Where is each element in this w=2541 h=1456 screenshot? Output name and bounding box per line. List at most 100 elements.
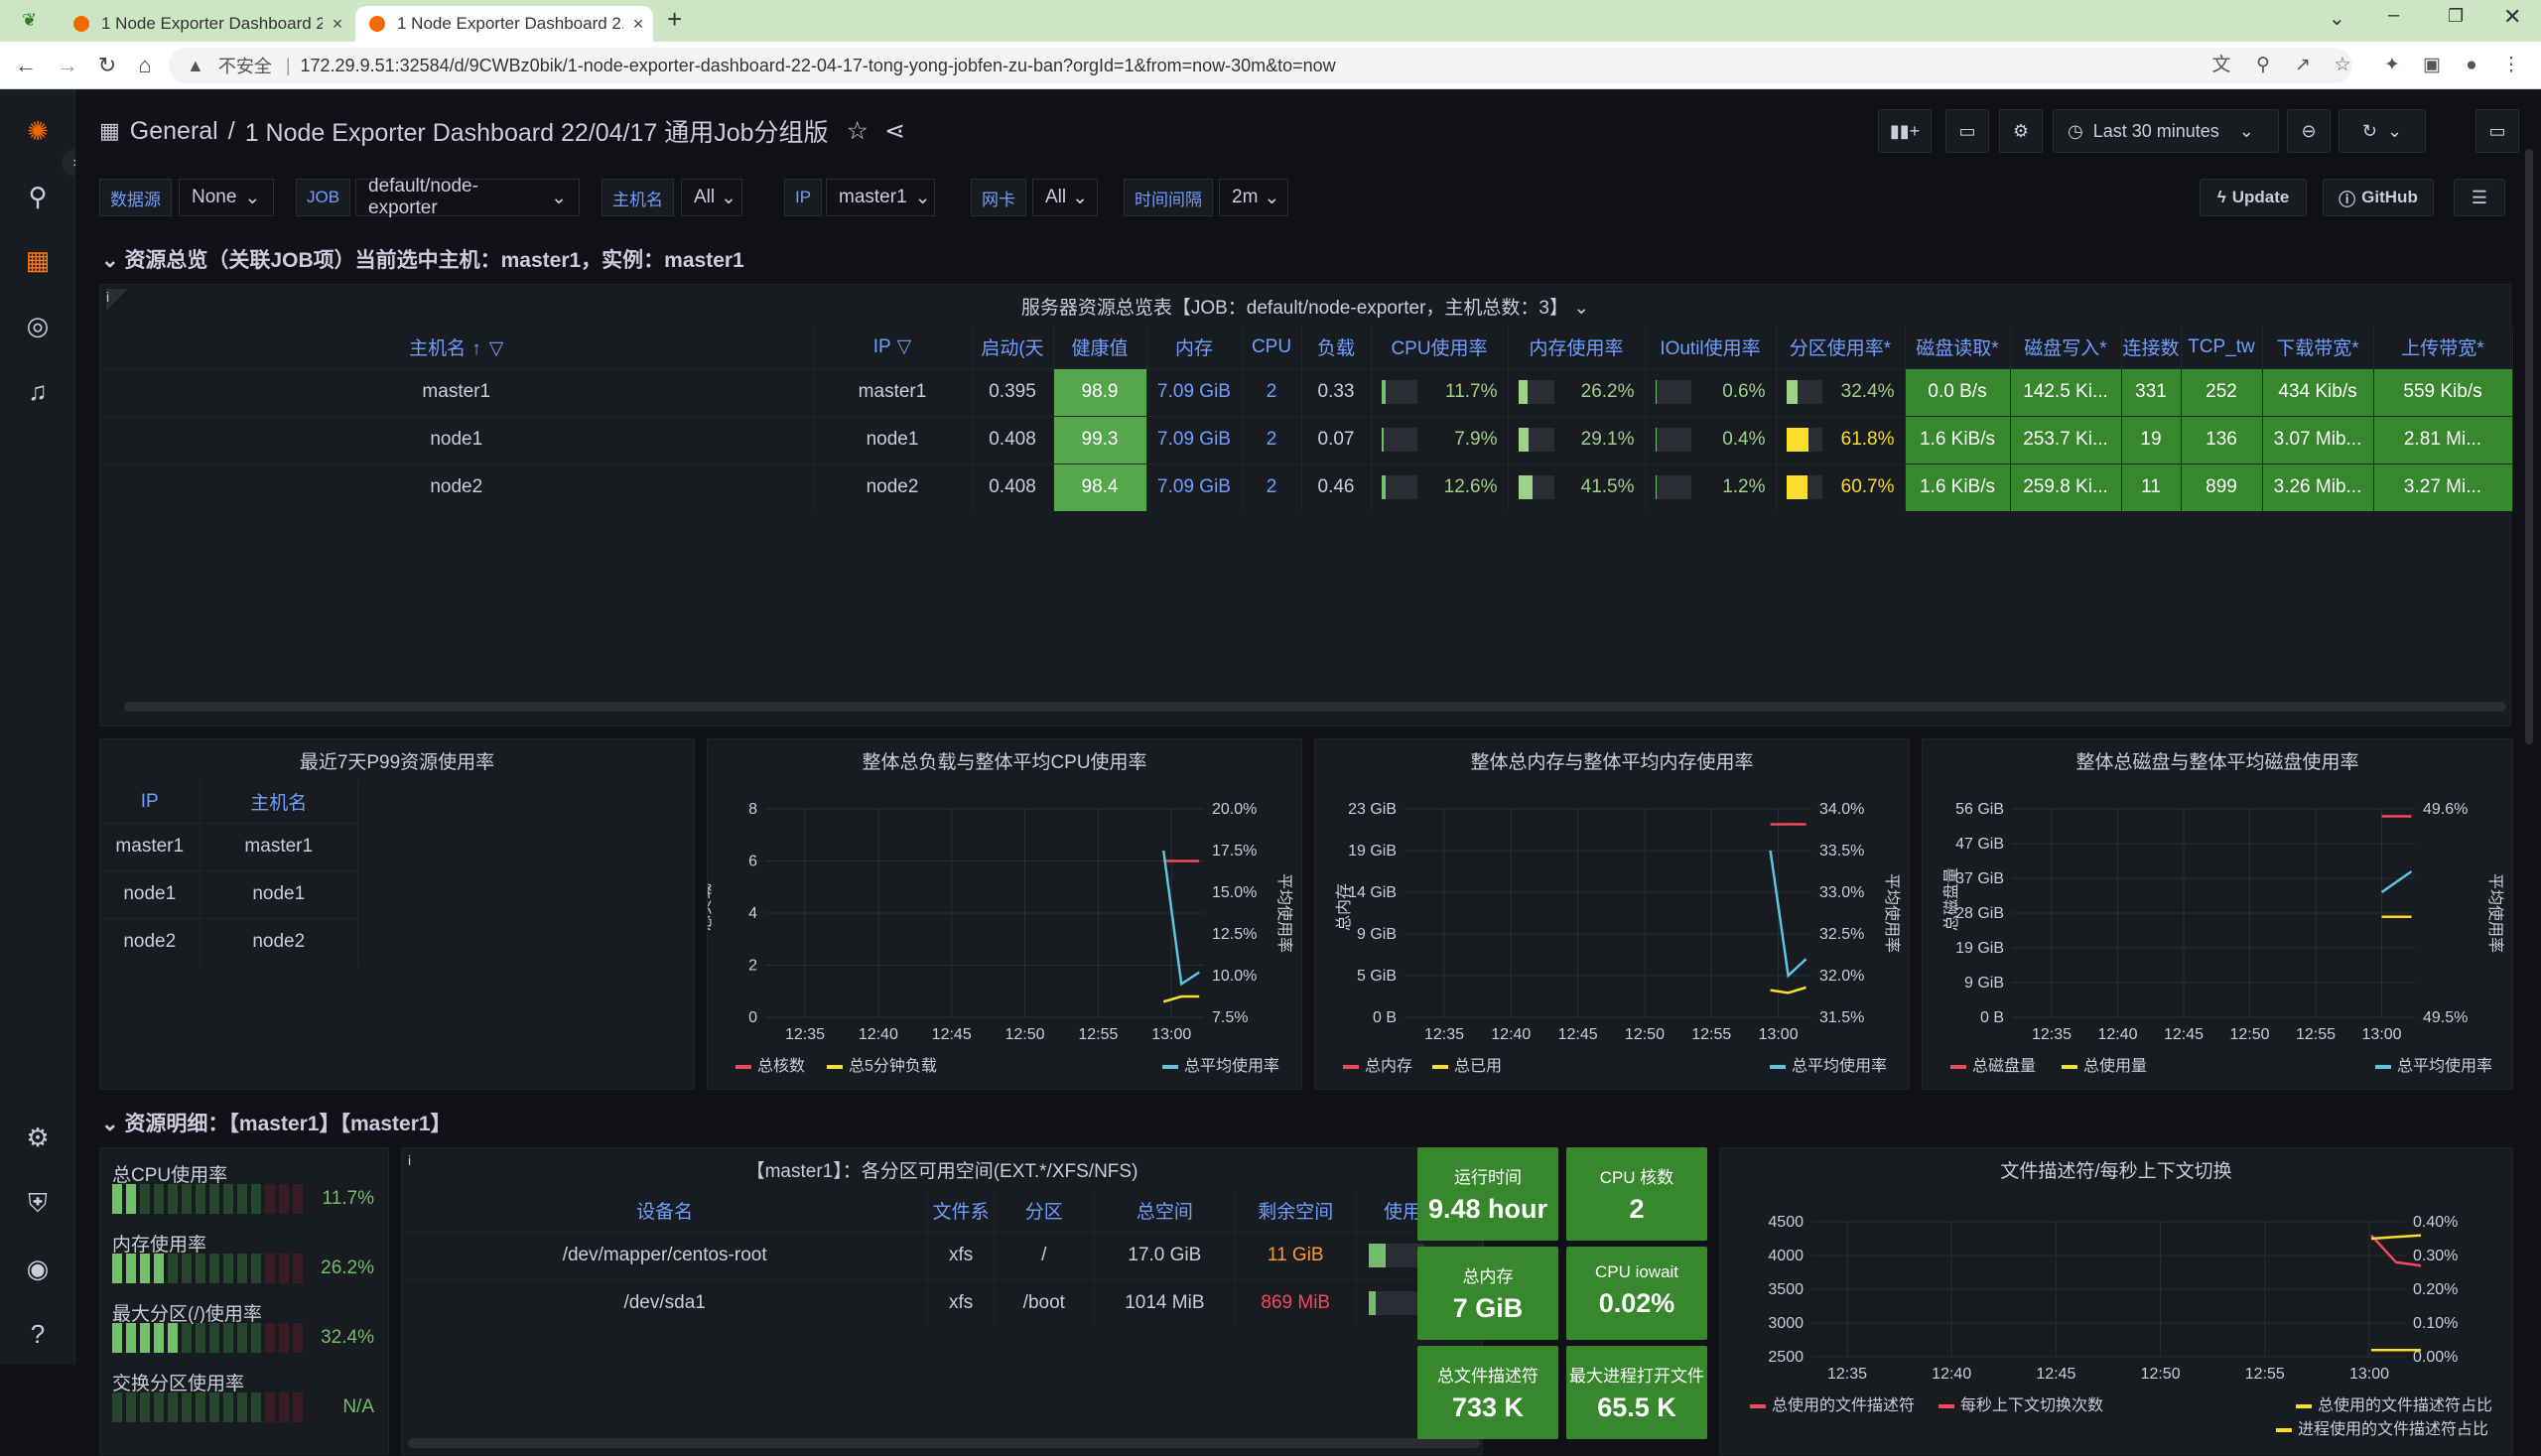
new-tab-icon[interactable]: + [667,4,682,35]
legend-label[interactable]: 总使用的文件描述符 [1772,1396,1915,1414]
update-button[interactable]: ϟ Update [2200,179,2307,216]
add-panel-button[interactable]: ▮▮+ [1878,109,1932,153]
refresh-button[interactable]: ↻ ⌄ [2339,109,2426,153]
maximize-icon[interactable]: ❐ [2448,6,2464,27]
row-detail-title[interactable]: ⌄ 资源明细：【master1】【master1】 [101,1108,452,1137]
var-select-hostname[interactable]: All ⌄ [681,179,742,216]
sort-asc-icon[interactable]: ↑ [471,338,481,359]
reload-icon[interactable]: ↻ [91,50,123,81]
share-icon[interactable]: ↗ [2287,50,2319,81]
table-row[interactable]: node1 node1 [100,869,358,918]
stat-tile[interactable]: 最大进程打开文件 65.5 K [1566,1346,1707,1439]
partition-col-header[interactable]: 分区 [994,1190,1095,1232]
github-link-button[interactable]: ⓘ GitHub [2323,179,2434,216]
close-tab-icon[interactable]: × [323,14,352,35]
legend-label[interactable]: 进程使用的文件描述符占比 [2298,1420,2488,1438]
profile-icon[interactable]: ● [2456,50,2487,81]
overview-col-header[interactable]: 分区使用率* [1776,327,1906,368]
user-avatar-icon[interactable]: ◉ [18,1249,58,1288]
table-row[interactable]: node2 node2 0.408 98.4 7.09 GiB 2 0.46 12.6% 41.… [100,463,2513,511]
minimize-icon[interactable]: – [2388,4,2399,27]
stat-tile[interactable]: 总文件描述符 733 K [1417,1346,1558,1439]
explore-icon[interactable]: ◎ [18,306,58,345]
browser-tab-1[interactable]: 1 Node Exporter Dashboard 2... × [60,6,352,42]
grafana-logo-icon[interactable]: ✺ [18,111,58,151]
settings-gear-icon[interactable]: ⚙ [18,1118,58,1157]
overview-col-header[interactable]: 负载 [1301,327,1372,368]
partition-col-header[interactable]: 剩余空间 [1235,1190,1357,1232]
legend-label[interactable]: 总平均使用率 [1184,1057,1279,1075]
overview-col-header[interactable]: 启动(天 [972,327,1054,368]
extensions-icon[interactable]: ✦ [2376,50,2408,81]
overview-col-header[interactable]: CPU [1242,327,1302,368]
var-select-ip[interactable]: master1 ⌄ [826,179,935,216]
zoom-out-button[interactable]: ⊖ [2287,109,2331,153]
dashboard-settings-button[interactable]: ⚙ [1999,109,2043,153]
filter-icon[interactable]: ▽ [489,338,504,359]
sidepanel-icon[interactable]: ▣ [2416,50,2448,81]
overview-col-header[interactable]: IOutil使用率 [1645,327,1777,368]
overview-col-header[interactable]: 磁盘读取* [1905,327,2011,368]
table-row[interactable]: node1 node1 0.408 99.3 7.09 GiB 2 0.07 7.9% 29.1… [100,415,2513,463]
overview-col-header[interactable]: CPU使用率 [1371,327,1509,368]
table-row[interactable]: node2 node2 [100,917,358,966]
help-icon[interactable]: ? [18,1314,58,1354]
stat-tile[interactable]: 总内存 7 GiB [1417,1247,1558,1340]
tab-search-icon[interactable]: ⌄ [2329,6,2345,31]
overview-col-header[interactable]: 主机名 ↑ ▽ [100,327,814,368]
translate-icon[interactable]: 文 [2206,50,2237,81]
close-window-icon[interactable]: ✕ [2503,4,2521,30]
breadcrumb-folder[interactable]: General [130,117,218,146]
partition-col-header[interactable]: 设备名 [402,1190,929,1232]
table-row[interactable]: /dev/mapper/centos-root xfs/17.0 GiB 11 Gi… [402,1231,1485,1279]
bookmark-star-icon[interactable]: ☆ [2327,50,2358,81]
overview-col-header[interactable]: IP ▽ [813,327,973,368]
legend-label[interactable]: 总核数 [757,1057,805,1075]
close-tab-icon[interactable]: × [623,14,653,35]
var-select-job[interactable]: default/node-exporter ⌄ [355,176,580,218]
var-select-nic[interactable]: All ⌄ [1032,179,1098,216]
legend-label[interactable]: 总已用 [1454,1057,1502,1075]
back-icon[interactable]: ← [10,50,42,81]
dashboards-icon[interactable]: ▦ [18,240,58,280]
overview-col-header[interactable]: 磁盘写入* [2010,327,2122,368]
legend-label[interactable]: 总使用量 [2083,1057,2147,1075]
horizontal-scrollbar[interactable] [408,1438,1480,1448]
home-icon[interactable]: ⌂ [129,50,161,81]
legend-label[interactable]: 总平均使用率 [1792,1057,1887,1075]
var-select-interval[interactable]: 2m ⌄ [1219,179,1288,216]
table-row[interactable]: /dev/sda1xfs/boot1014 MiB869 MiB14% [402,1278,1485,1327]
p99-col-ip[interactable]: IP [100,781,201,823]
var-select-datasource[interactable]: None ⌄ [179,179,274,216]
p99-col-host[interactable]: 主机名 [200,781,358,823]
menu-button[interactable]: ☰ [2454,179,2505,216]
overview-col-header[interactable]: TCP_tw [2181,327,2263,368]
stat-tile[interactable]: 运行时间 9.48 hour [1417,1147,1558,1241]
overview-col-header[interactable]: 下载带宽* [2262,327,2374,368]
url-field[interactable]: ▲ 不安全 | 172.29.9.51:32584/d/9CWBz0bik/1-… [169,48,2352,83]
time-picker[interactable]: ◷ Last 30 minutes ⌄ [2053,109,2279,153]
stat-tile[interactable]: CPU 核数 2 [1566,1147,1707,1241]
overview-col-header[interactable]: 上传带宽* [2373,327,2513,368]
overview-col-header[interactable]: 内存 [1146,327,1243,368]
table-row[interactable]: master1 master1 [100,822,358,870]
search-icon[interactable]: ⚲ [18,177,58,216]
overview-col-header[interactable]: 连接数 [2121,327,2182,368]
legend-label[interactable]: 总5分钟负载 [849,1057,937,1075]
browser-tab-2[interactable]: 1 Node Exporter Dashboard 2... × [355,6,653,42]
shield-icon[interactable]: ⛨ [18,1183,58,1223]
row-overview-title[interactable]: ⌄ 资源总览（关联JOB项）当前选中主机：master1，实例：master1 [101,244,744,274]
partition-col-header[interactable]: 总空间 [1094,1190,1236,1232]
filter-icon[interactable]: ▽ [897,336,912,357]
table-row[interactable]: master1 master1 0.395 98.9 7.09 GiB 2 0.33 11.7… [100,367,2513,416]
legend-label[interactable]: 总磁盘量 [1972,1056,2036,1075]
horizontal-scrollbar[interactable] [124,702,2506,712]
stat-tile[interactable]: CPU iowait 0.02% [1566,1247,1707,1340]
legend-label[interactable]: 每秒上下文切换次数 [1960,1396,2103,1414]
legend-label[interactable]: 总使用的文件描述符占比 [2318,1396,2492,1414]
alerting-bell-icon[interactable]: ♫ [18,371,58,411]
save-dashboard-button[interactable]: ▭ [1945,109,1989,153]
browser-menu-icon[interactable]: ⋮ [2495,50,2527,81]
page-title[interactable]: 1 Node Exporter Dashboard 22/04/17 通用Job… [245,113,829,149]
page-scrollbar[interactable] [2525,149,2533,744]
